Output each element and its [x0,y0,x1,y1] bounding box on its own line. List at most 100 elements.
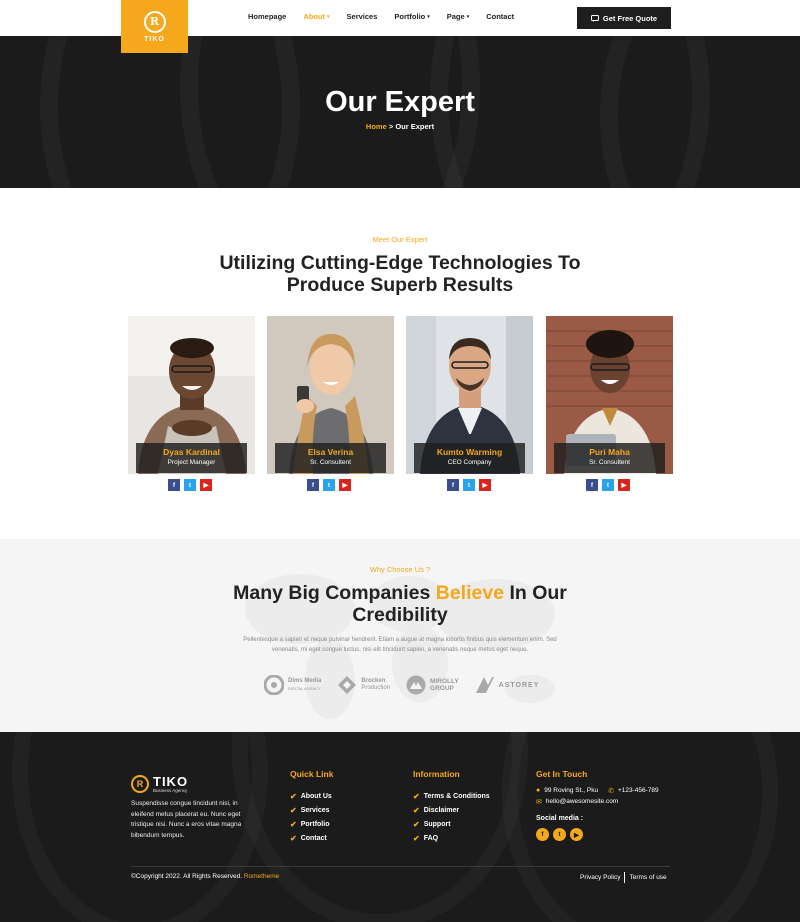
footer-link-disclaimer[interactable]: ✔ Disclaimer [413,803,490,817]
footer-link-faq[interactable]: ✔ FAQ [413,831,490,845]
facebook-icon[interactable]: f [586,479,598,491]
email-icon: ✉ [536,798,542,806]
facebook-icon[interactable]: f [447,479,459,491]
partner-name: ASTOREY [498,681,540,689]
phone-icon: ✆ [608,787,614,795]
youtube-icon[interactable]: ▶ [200,479,212,491]
facebook-icon[interactable]: f [168,479,180,491]
expert-label: Puri Maha Sr. Consultent [554,443,665,473]
expert-label: Kumto Warming CEO Company [414,443,525,473]
partner-name: Brocken [361,678,386,684]
partner-subname: GROUP [430,685,454,692]
check-icon: ✔ [413,819,420,829]
contact-address: 99 Roving St., Pku [544,787,599,794]
check-icon: ✔ [290,791,297,801]
why-title-line1: Many Big Companies Believe In Our [0,582,800,604]
youtube-icon[interactable]: ▶ [339,479,351,491]
youtube-icon[interactable]: ▶ [479,479,491,491]
expert-card[interactable]: Puri Maha Sr. Consultent [546,316,673,474]
expert-socials: f t ▶ [586,479,630,491]
footer-divider [131,866,670,867]
menu-item-portfolio[interactable]: Portfolio ▾ [394,12,429,21]
legal-separator [624,872,626,883]
expert-role: Sr. Consultent [589,459,630,466]
terms-of-use-link[interactable]: Terms of use [629,874,666,881]
why-title-line2: Credibility [352,604,448,626]
contact-phone[interactable]: +123-456-789 [618,787,659,794]
check-icon: ✔ [290,833,297,843]
twitter-icon[interactable]: t [323,479,335,491]
expert-role: Project Manager [167,459,216,466]
why-description-line1: Pellentesque a sapien et neque pulvinar … [243,637,557,643]
dims-media-logo-icon [264,675,284,695]
legal-links: Privacy Policy Terms of use [580,872,667,883]
expert-socials: f t ▶ [447,479,491,491]
footer-link-support[interactable]: ✔ Support [413,817,490,831]
expert-role: CEO Company [447,459,492,466]
footer-link-contact[interactable]: ✔ Contact [290,831,332,845]
logo-text: TIKO [144,35,165,43]
footer-link-portfolio[interactable]: ✔ Portfolio [290,817,332,831]
experts-title-line1: Utilizing Cutting-Edge Technologies To [219,252,581,274]
twitter-icon[interactable]: t [184,479,196,491]
partner-logo: ASTOREY [475,675,540,695]
logo-mark-icon: R [143,10,166,33]
menu-item-contact[interactable]: Contact [486,12,514,21]
expert-label: Elsa Verina Sr. Consultent [275,443,386,473]
twitter-icon[interactable]: t [602,479,614,491]
footer-socials: f t ▶ [536,828,583,841]
footer-link-services[interactable]: ✔ Services [290,803,332,817]
footer-logo[interactable]: R TIKO Business Agency [131,775,188,793]
top-nav: R TIKO Homepage About ▾ Services Portfoli… [0,0,800,53]
expert-name: Dyas Kardinal [163,447,220,457]
partner-logos: Dims Media DIGITAL AGENCY Brocken Producti… [264,675,539,695]
contact-email[interactable]: hello@awesomesite.com [546,798,618,805]
menu-item-services[interactable]: Services [347,12,378,21]
mirolly-logo-icon [406,675,426,695]
menu-item-page[interactable]: Page ▾ [447,12,469,21]
why-description-line2: venenatis, mi eget congue luctus, nisi e… [271,647,529,653]
check-icon: ✔ [413,833,420,843]
breadcrumb-home-link[interactable]: Home [366,122,387,131]
experts-eyebrow: Meet Our Expert [372,235,428,244]
quick-link-list: ✔ About Us ✔ Services ✔ Portfolio ✔ Contact [290,789,332,845]
partner-name: Dims Media [288,678,322,684]
why-title-pre: Many Big Companies [233,582,436,604]
breadcrumb-current: Our Expert [395,122,435,131]
facebook-icon[interactable]: f [536,828,549,841]
footer-about: Suspendisse congue tincidunt nisi, in el… [131,800,242,839]
why-choose-section: Why Choose Us ? Many Big Companies Belie… [0,539,800,732]
twitter-icon[interactable]: t [463,479,475,491]
copyright-brand-link[interactable]: Rometheme [244,873,279,880]
footer-link-about-us[interactable]: ✔ About Us [290,789,332,803]
quick-link-heading: Quick Link [290,769,334,779]
footer-link-terms[interactable]: ✔ Terms & Conditions [413,789,490,803]
page: R TIKO Homepage About ▾ Services Portfoli… [0,0,800,922]
menu-item-about[interactable]: About ▾ [303,12,329,21]
twitter-icon[interactable]: t [553,828,566,841]
experts-title: Utilizing Cutting-Edge Technologies To P… [0,252,800,296]
experts-title-line2: Produce Superb Results [286,274,514,296]
check-icon: ✔ [290,819,297,829]
expert-socials: f t ▶ [168,479,212,491]
privacy-policy-link[interactable]: Privacy Policy [580,874,620,881]
get-free-quote-button[interactable]: Get Free Quote [577,7,671,29]
youtube-icon[interactable]: ▶ [618,479,630,491]
facebook-icon[interactable]: f [307,479,319,491]
expert-card[interactable]: Elsa Verina Sr. Consultent [267,316,394,474]
youtube-icon[interactable]: ▶ [570,828,583,841]
breadcrumb: Home > Our Expert [0,122,800,131]
logo[interactable]: R TIKO [121,0,188,53]
partner-logo: Dims Media DIGITAL AGENCY [264,675,321,695]
menu-item-homepage[interactable]: Homepage [248,12,286,21]
expert-card[interactable]: Kumto Warming CEO Company [406,316,533,474]
chat-icon [590,14,599,22]
copyright: ©Copyright 2022. All Rights Reserved. Ro… [131,873,279,880]
why-title-post: In Our [504,582,567,604]
chevron-down-icon: ▾ [427,13,430,20]
main-menu: Homepage About ▾ Services Portfolio ▾ Page… [248,12,531,21]
why-title-highlight: Believe [435,582,505,604]
expert-card[interactable]: Dyas Kardinal Project Manager [128,316,255,474]
chevron-down-icon: ▾ [466,13,470,20]
expert-socials: f t ▶ [307,479,351,491]
